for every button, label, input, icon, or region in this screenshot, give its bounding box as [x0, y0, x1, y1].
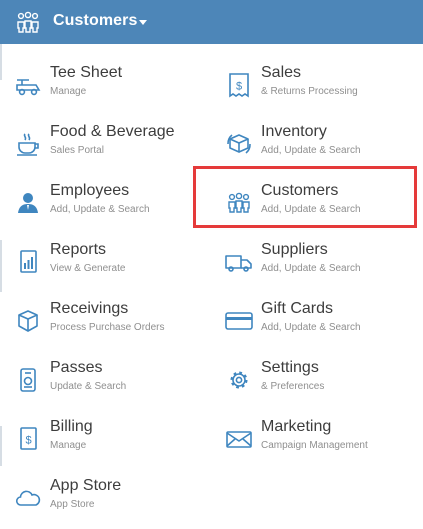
chevron-down-icon[interactable] [139, 20, 147, 25]
menu-item-billing[interactable]: $ Billing Manage [14, 418, 214, 470]
background-edge [0, 240, 2, 292]
menu-item-title: Settings [261, 359, 319, 376]
menu-item-title: App Store [50, 477, 122, 494]
menu-item-title: Food & Beverage [50, 123, 175, 140]
menu-item-title: Reports [50, 241, 107, 258]
menu-item-receivings[interactable]: Receivings Process Purchase Orders [14, 300, 214, 352]
menu-item-subtitle: Process Purchase Orders [50, 322, 165, 333]
menu-item-gift-cards[interactable]: Gift Cards Add, Update & Search [225, 300, 423, 352]
menu-item-title: Inventory [261, 123, 327, 140]
report-icon [20, 250, 37, 273]
selection-highlight [193, 166, 417, 228]
menu-item-subtitle: Add, Update & Search [261, 263, 361, 274]
menu-item-suppliers[interactable]: Suppliers Add, Update & Search [225, 241, 423, 293]
envelope-icon [226, 431, 252, 448]
menu-item-subtitle: & Preferences [261, 381, 325, 392]
customers-icon [17, 11, 39, 33]
menu-item-subtitle: & Returns Processing [261, 86, 358, 97]
inventory-icon [227, 134, 251, 154]
golf-cart-icon [16, 79, 41, 96]
employee-icon [18, 193, 38, 213]
truck-icon [225, 255, 252, 272]
menu-item-settings[interactable]: Settings & Preferences [225, 359, 423, 411]
module-dropdown-menu: Tee Sheet Manage Food & Beverage Sales P… [0, 44, 423, 529]
module-menu-toggle[interactable]: Customers [53, 12, 137, 30]
menu-item-title: Billing [50, 418, 93, 435]
menu-item-title: Tee Sheet [50, 64, 123, 81]
menu-item-title: Suppliers [261, 241, 328, 258]
menu-item-passes[interactable]: Passes Update & Search [14, 359, 214, 411]
menu-item-subtitle: App Store [50, 499, 95, 510]
menu-item-sales[interactable]: $ Sales & Returns Processing [225, 64, 423, 116]
svg-text:$: $ [25, 435, 31, 447]
menu-item-title: Employees [50, 182, 130, 199]
menu-item-app-store[interactable]: App Store App Store [14, 477, 214, 529]
background-edge [0, 426, 2, 466]
receipt-icon: $ [229, 73, 249, 98]
menu-item-title: Receivings [50, 300, 129, 317]
menu-item-subtitle: Add, Update & Search [261, 145, 361, 156]
menu-item-title: Marketing [261, 418, 332, 435]
menu-item-employees[interactable]: Employees Add, Update & Search [14, 182, 214, 234]
menu-item-title: Passes [50, 359, 103, 376]
menu-item-food-beverage[interactable]: Food & Beverage Sales Portal [14, 123, 214, 175]
menu-item-subtitle: Manage [50, 86, 87, 97]
pass-icon [20, 368, 36, 392]
background-edge [0, 44, 2, 80]
menu-item-marketing[interactable]: Marketing Campaign Management [225, 418, 423, 470]
menu-item-subtitle: Update & Search [50, 381, 127, 392]
menu-item-subtitle: View & Generate [50, 263, 126, 274]
menu-item-subtitle: Campaign Management [261, 440, 368, 451]
menu-item-subtitle: Add, Update & Search [261, 322, 361, 333]
gift-card-icon [225, 312, 253, 330]
box-icon [18, 310, 38, 332]
coffee-cup-icon [17, 133, 39, 156]
gear-icon [230, 371, 248, 389]
cloud-icon [15, 490, 41, 506]
menu-item-subtitle: Sales Portal [50, 145, 104, 156]
menu-item-title: Sales [261, 64, 302, 81]
svg-text:$: $ [236, 81, 242, 93]
menu-item-subtitle: Manage [50, 440, 87, 451]
top-navbar: Customers [0, 0, 423, 44]
menu-item-title: Gift Cards [261, 300, 334, 317]
menu-item-reports[interactable]: Reports View & Generate [14, 241, 214, 293]
billing-icon: $ [20, 427, 37, 450]
menu-item-subtitle: Add, Update & Search [50, 204, 150, 215]
menu-item-tee-sheet[interactable]: Tee Sheet Manage [14, 64, 214, 116]
